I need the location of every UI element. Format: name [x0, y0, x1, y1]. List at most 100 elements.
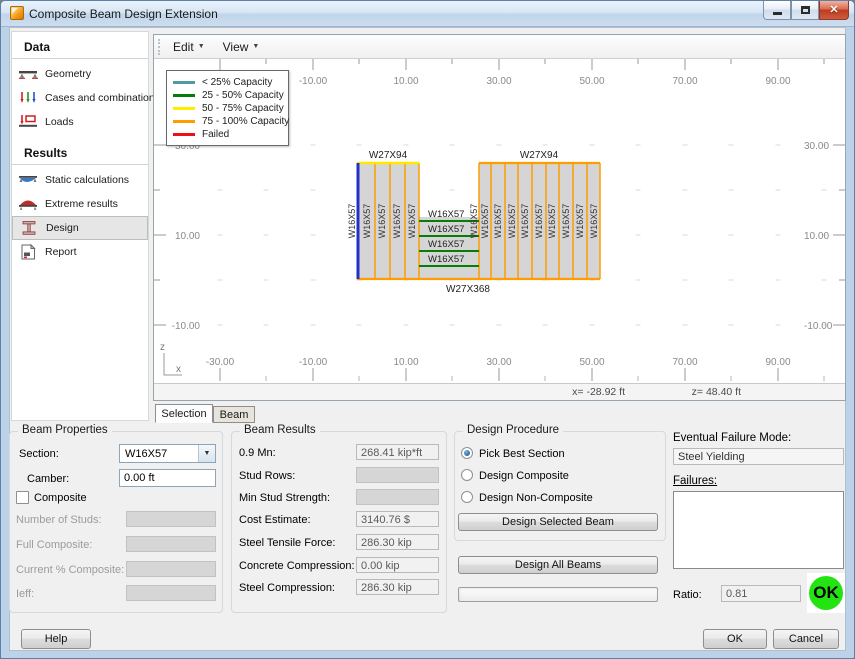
radio-label[interactable]: Design Non-Composite: [479, 492, 593, 504]
design-selected-beam-button[interactable]: Design Selected Beam: [458, 513, 658, 531]
drawing-area[interactable]: -10.00 10.00 30.00 50.00 70.00 90.00 -30…: [154, 59, 845, 383]
result-row-field: [356, 467, 439, 483]
radio-label[interactable]: Design Composite: [479, 470, 569, 482]
failures-listbox[interactable]: [673, 491, 844, 569]
group-title: Design Procedure: [463, 424, 564, 436]
ok-button[interactable]: OK: [703, 629, 767, 649]
chevron-down-icon[interactable]: ▼: [198, 445, 215, 462]
cancel-button[interactable]: Cancel: [773, 629, 839, 649]
loads-icon: [17, 114, 39, 130]
axis-tick-label: 70.00: [672, 357, 697, 368]
composite-checkbox[interactable]: [16, 491, 29, 504]
menu-edit[interactable]: Edit ▼: [167, 38, 211, 56]
legend-swatch: [173, 81, 195, 84]
sidebar-item-report[interactable]: Report: [12, 240, 148, 264]
vertical-beam-label: W16X57: [575, 204, 585, 239]
close-icon: ✕: [829, 3, 839, 16]
axis-tick-label: -10.00: [299, 357, 328, 368]
axis-tick-label: -10.00: [299, 76, 328, 87]
window-maximize-button[interactable]: [791, 1, 819, 20]
sidebar-item-static-calculations[interactable]: Static calculations: [12, 168, 148, 192]
current-percent-composite-field: [126, 561, 216, 577]
result-row-field: 3140.76 $: [356, 511, 439, 527]
current-percent-composite-label: Current % Composite:: [16, 564, 125, 576]
radio-label[interactable]: Pick Best Section: [479, 448, 565, 460]
section-label: Section:: [19, 448, 59, 460]
minimize-icon: [772, 12, 782, 15]
sidebar-item-loads[interactable]: Loads: [12, 110, 148, 134]
tab-beam[interactable]: Beam: [213, 406, 255, 423]
canvas-status-bar: x= -28.92 ft z= 48.40 ft: [154, 383, 845, 400]
camber-input[interactable]: 0.00 ft: [119, 469, 216, 487]
help-button[interactable]: Help: [21, 629, 91, 649]
sidebar-item-label: Cases and combinations: [45, 92, 160, 104]
sidebar-item-design[interactable]: Design: [12, 216, 148, 240]
middle-beam-label: W16X57: [428, 254, 464, 265]
full-composite-label: Full Composite:: [16, 539, 93, 551]
girder-label: W27X368: [446, 284, 490, 295]
design-all-beams-button[interactable]: Design All Beams: [458, 556, 658, 574]
legend-item: < 25% Capacity: [173, 76, 283, 89]
legend-item: Failed: [173, 128, 283, 141]
section-value: W16X57: [125, 447, 168, 460]
vertical-beam-label: W16X57: [547, 204, 557, 239]
status-ok-badge: OK: [809, 576, 843, 610]
group-title: Beam Properties: [18, 424, 112, 436]
result-row-field: 286.30 kip: [356, 579, 439, 595]
chevron-down-icon: ▼: [252, 43, 260, 50]
chevron-down-icon: ▼: [197, 43, 205, 50]
sidebar-item-label: Static calculations: [45, 174, 130, 186]
camber-label: Camber:: [27, 473, 70, 485]
radio-pick-best-section[interactable]: [461, 447, 473, 459]
sidebar-item-label: Design: [46, 222, 79, 234]
ieff-field: [126, 585, 216, 601]
window-close-button[interactable]: ✕: [819, 1, 849, 20]
axis-tick-label: -30.00: [206, 357, 235, 368]
legend-swatch: [173, 107, 195, 110]
sidebar-item-label: Loads: [45, 116, 74, 128]
radio-design-non-composite[interactable]: [461, 491, 473, 503]
axis-tick-label: 50.00: [579, 76, 604, 87]
ratio-field: 0.81: [721, 585, 801, 602]
toolbar-grip[interactable]: [158, 38, 161, 55]
cases-and-combinations-icon: [17, 90, 39, 106]
sidebar-item-label: Geometry: [45, 68, 92, 80]
canvas-toolbar: Edit ▼ View ▼: [154, 35, 845, 59]
result-row-field: [356, 489, 439, 505]
cursor-z-coordinate: z= 48.40 ft: [691, 386, 741, 398]
middle-beam-label: W16X57: [428, 224, 464, 235]
section-select[interactable]: W16X57 ▼: [119, 444, 216, 463]
vertical-beam-label: W16X57: [507, 204, 517, 239]
maximize-icon: [800, 6, 810, 14]
composite-checkbox-label: Composite: [34, 492, 87, 504]
tab-selection[interactable]: Selection: [155, 404, 213, 423]
title-bar[interactable]: Composite Beam Design Extension ✕: [1, 1, 854, 27]
ieff-label: Ieff:: [16, 588, 35, 600]
sidebar-item-geometry[interactable]: Geometry: [12, 62, 148, 86]
vertical-beam-label: W16X57: [377, 204, 387, 239]
vertical-beam-label: W16X57: [534, 204, 544, 239]
axis-tick-label: 30.00: [486, 357, 511, 368]
axis-tick-label: 10.00: [804, 231, 829, 242]
radio-design-composite[interactable]: [461, 469, 473, 481]
middle-beam-label: W16X57: [428, 239, 464, 250]
axis-tick-label: 10.00: [175, 231, 200, 242]
design-icon: [18, 220, 40, 236]
axis-tick-label: -10.00: [172, 321, 201, 332]
number-of-studs-field: [126, 511, 216, 527]
result-row-field: 268.41 kip*ft: [356, 444, 439, 460]
sidebar-header-results: Results: [12, 138, 148, 165]
vertical-beam-label: W16X57: [561, 204, 571, 239]
axis-tick-label: 30.00: [804, 141, 829, 152]
result-row-label: Cost Estimate:: [239, 514, 311, 526]
status-badge-panel: OK: [807, 573, 845, 613]
girder-label: W27X94: [520, 150, 559, 161]
menu-view[interactable]: View ▼: [217, 38, 266, 56]
result-row-label: Steel Compression:: [239, 582, 335, 594]
report-icon: [17, 243, 39, 260]
vertical-beam-label: W16X57: [469, 204, 479, 239]
sidebar-item-cases[interactable]: Cases and combinations: [12, 86, 160, 110]
eventual-failure-mode-label: Eventual Failure Mode:: [673, 432, 792, 444]
window-minimize-button[interactable]: [763, 1, 791, 20]
sidebar-item-extreme-results[interactable]: Extreme results: [12, 192, 148, 216]
